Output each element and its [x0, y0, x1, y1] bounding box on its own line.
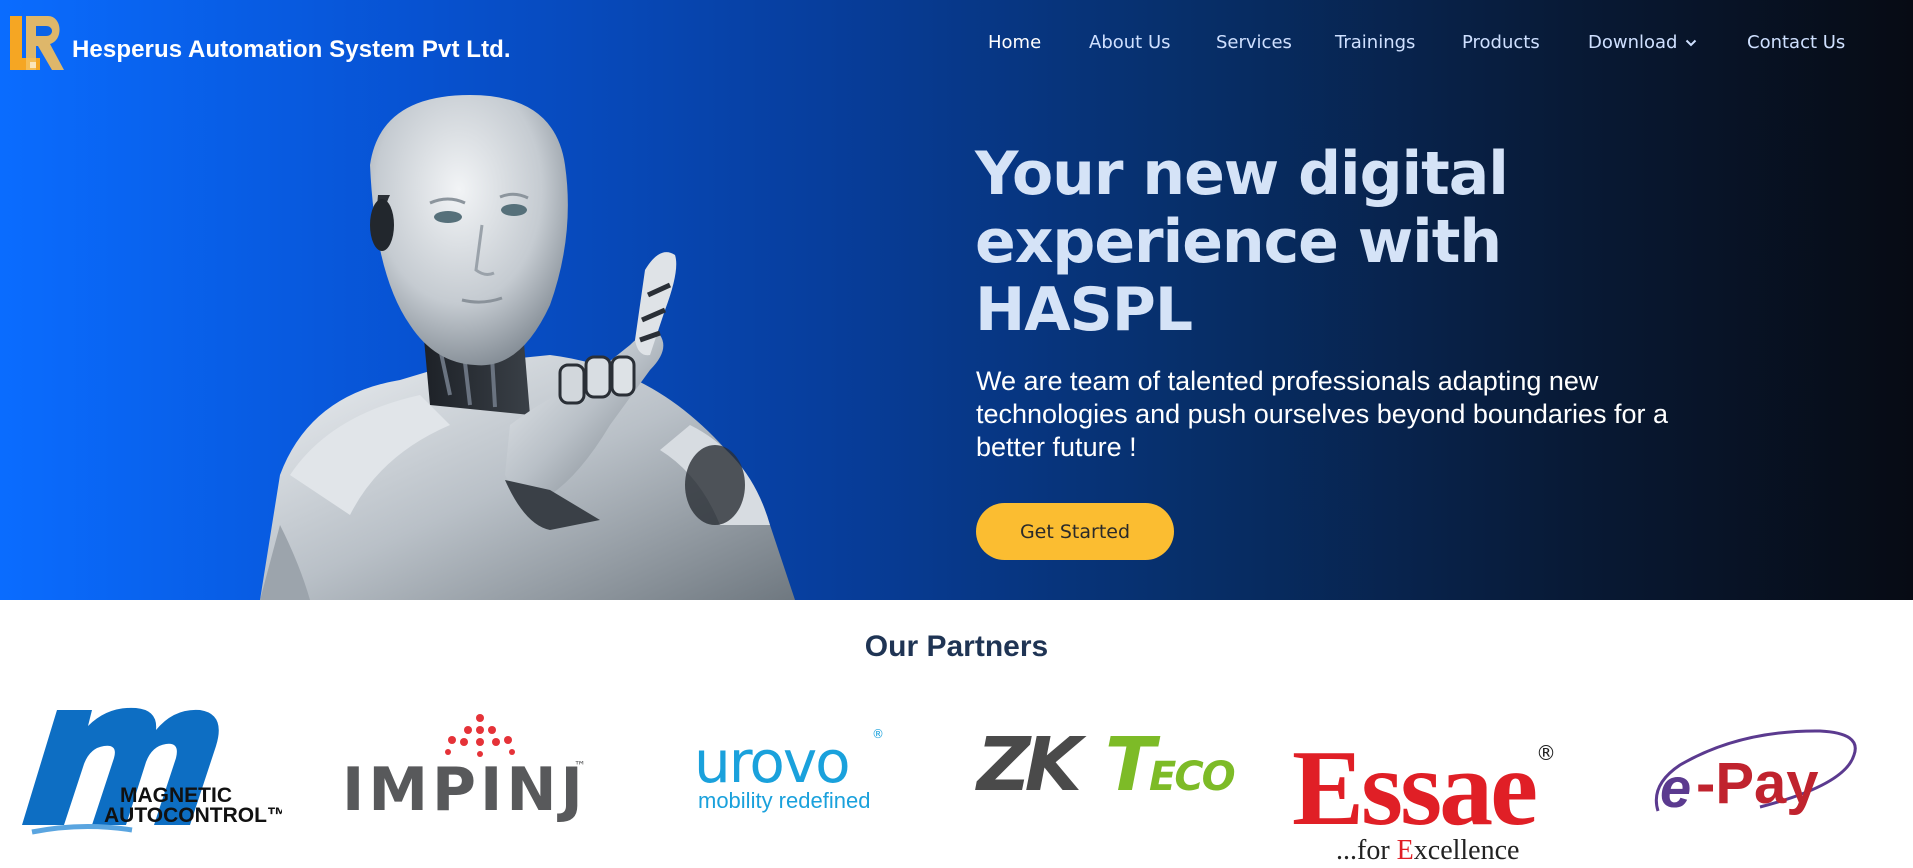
essae-tagline-rest: xcellence	[1414, 835, 1520, 866]
nav-download-label: Download	[1588, 32, 1678, 53]
nav-download[interactable]: Download	[1588, 32, 1697, 53]
partner-logo-essae[interactable]: Essae ® ...for Excellence	[1290, 732, 1570, 868]
get-started-button[interactable]: Get Started	[976, 503, 1174, 560]
headline-line: Your new digital	[975, 139, 1509, 209]
headline-line: HASPL	[975, 275, 1193, 345]
nav-home[interactable]: Home	[988, 32, 1041, 53]
zk-text: ZK	[975, 722, 1087, 808]
partner-logo-zkteco[interactable]: ZK T ECO	[975, 720, 1245, 810]
hero-headline: Your new digital experience with HASPL	[975, 140, 1675, 344]
essae-text: Essae	[1292, 732, 1536, 848]
urovo-tagline: mobility redefined	[698, 788, 870, 813]
essae-tagline-prefix: ...for	[1336, 835, 1397, 866]
essae-tagline-e: E	[1397, 835, 1414, 866]
chevron-down-icon	[1686, 39, 1697, 47]
nav-trainings[interactable]: Trainings	[1335, 32, 1415, 53]
nav-about-us[interactable]: About Us	[1089, 32, 1171, 53]
nav-services[interactable]: Services	[1216, 32, 1292, 53]
nav-contact-us[interactable]: Contact Us	[1747, 32, 1845, 53]
headline-line: experience with	[975, 207, 1502, 277]
e-text: e	[1660, 756, 1691, 819]
eco-text: ECO	[1149, 754, 1235, 800]
nav-products[interactable]: Products	[1462, 32, 1540, 53]
autocontrol-text: AUTOCONTROL™	[104, 804, 282, 827]
urovo-text: urovo	[694, 728, 849, 796]
partner-logo-magnetic-autocontrol[interactable]: MAGNETIC AUTOCONTROL™	[12, 700, 282, 850]
partner-logo-e-pay[interactable]: e -Pay	[1650, 725, 1865, 825]
partner-logo-urovo[interactable]: urovo ® mobility redefined	[692, 720, 892, 820]
brand-name[interactable]: Hesperus Automation System Pvt Ltd.	[72, 36, 511, 64]
hero-section: Hesperus Automation System Pvt Ltd. Home…	[0, 0, 1913, 600]
hr-logo-icon[interactable]	[8, 14, 64, 74]
impinj-text: IMPINJ	[342, 755, 587, 822]
svg-text:...for Excellence: ...for Excellence	[1336, 835, 1519, 866]
partners-title: Our Partners	[864, 630, 1049, 663]
pay-text: -Pay	[1696, 751, 1819, 816]
urovo-reg: ®	[872, 727, 884, 741]
impinj-tm: ™	[574, 759, 586, 773]
hero-subtext: We are team of talented professionals ad…	[976, 366, 1668, 462]
robot-image	[260, 95, 795, 600]
essae-reg: ®	[1536, 741, 1556, 765]
partner-logo-impinj[interactable]: IMPINJ ™	[340, 712, 600, 822]
